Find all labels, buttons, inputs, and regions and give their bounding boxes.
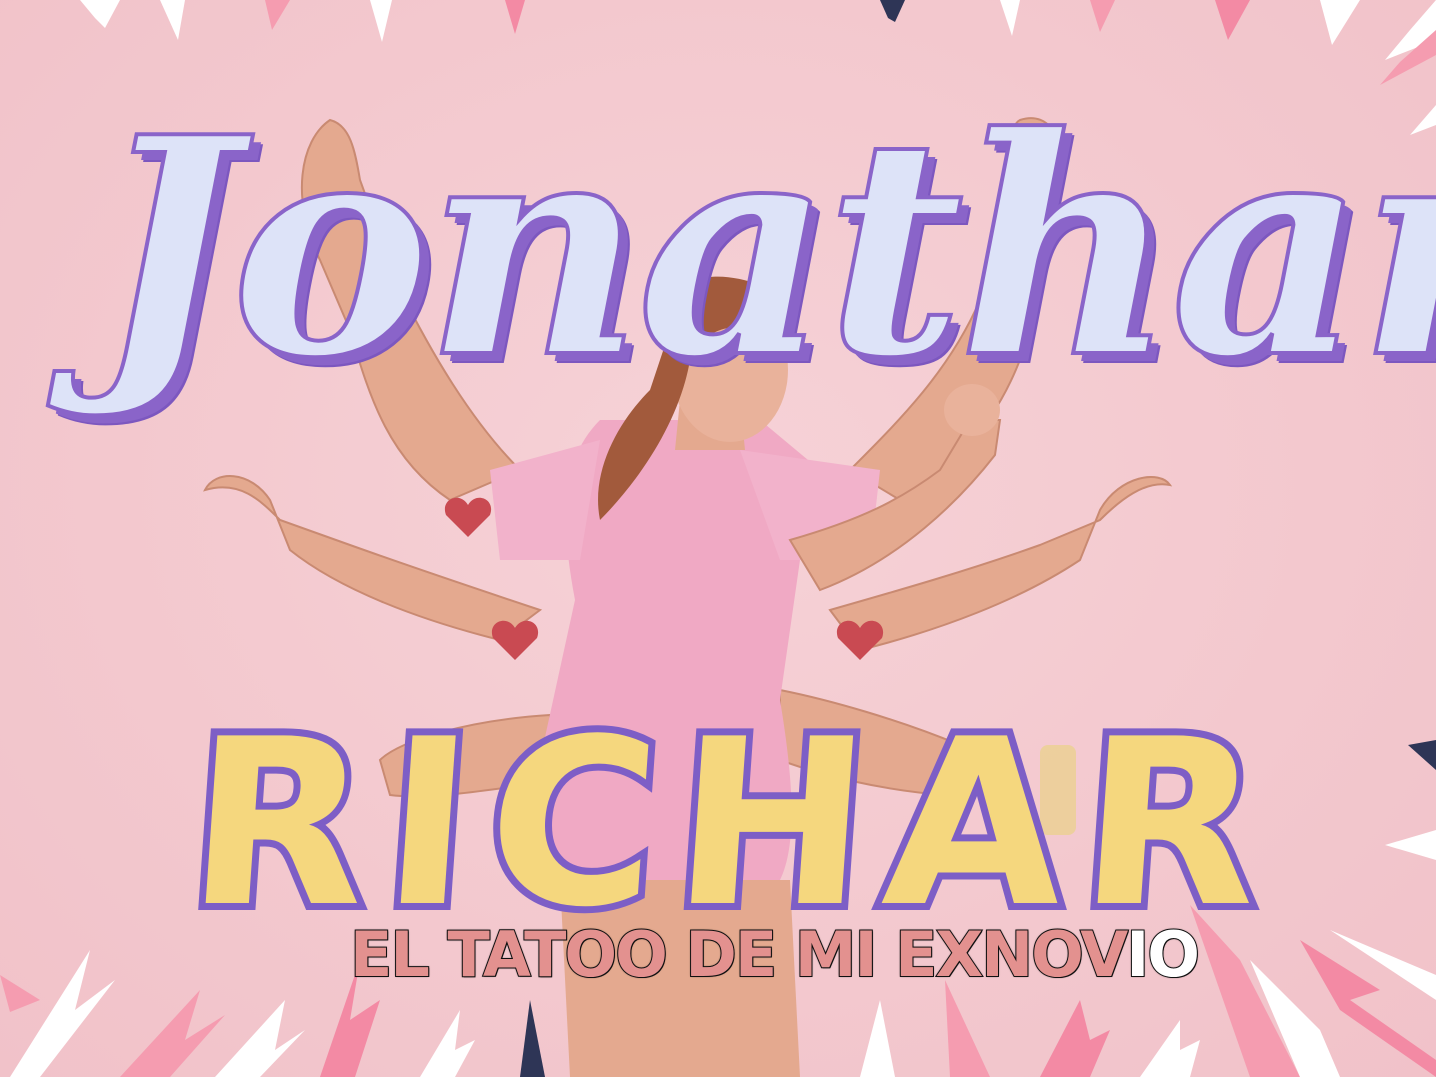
heart-tattoo	[444, 497, 492, 537]
arm-right-middle	[828, 476, 1173, 652]
karaoke-caption: EL TATOO DE MI EXNOVIO	[349, 918, 1201, 991]
title-richar-graffiti: RICHAR	[174, 684, 1294, 965]
video-frame: Jonathan RICHAR EL TATOO DE MI EXNOVIO	[0, 0, 1436, 1077]
caption-unsung-part: IO	[1125, 918, 1201, 991]
arm-left-middle	[203, 475, 543, 642]
caption-sung-part: EL TATOO DE MI EXNOV	[349, 918, 1129, 991]
title-jonathan: Jonathan	[93, 69, 1436, 426]
